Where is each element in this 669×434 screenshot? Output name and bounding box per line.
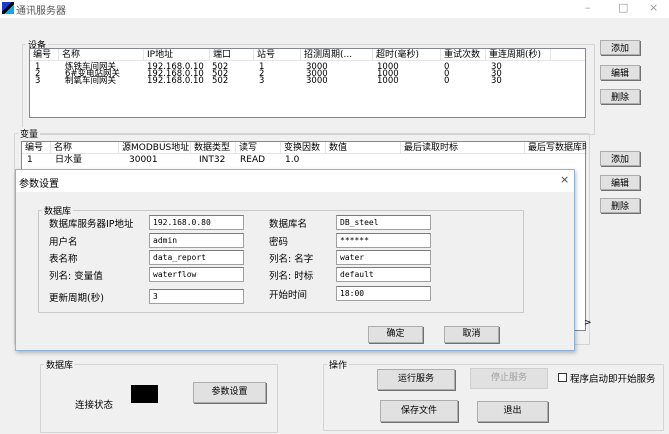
table-cell[interactable]: 0 — [444, 77, 449, 86]
db-ip-input[interactable]: 192.168.0.80 — [149, 215, 244, 230]
table-cell[interactable]: 制氧车间网关 — [65, 77, 116, 86]
column-header[interactable]: 数值 — [326, 142, 401, 154]
col-time-input[interactable]: default — [336, 267, 431, 282]
title-bar: 通讯服务器 – □ × — [0, 0, 669, 18]
variable-delete-button[interactable]: 删除 — [600, 198, 640, 213]
table-cell[interactable]: READ — [240, 155, 265, 165]
col-name-input[interactable]: water — [336, 250, 431, 265]
minimize-button[interactable]: – — [585, 1, 591, 14]
table-label: 表名称 — [49, 254, 78, 265]
table-cell[interactable]: INT32 — [199, 155, 225, 165]
table-cell[interactable]: 1.0 — [285, 155, 299, 165]
parameter-settings-button[interactable]: 参数设置 — [193, 382, 266, 403]
table-cell[interactable]: 30 — [491, 77, 502, 86]
variable-add-button[interactable]: 添加 — [600, 151, 640, 166]
devices-table[interactable]: 编号 名称 IP地址 端口 站号 招测周期(... 超时(毫秒) 重试次数 重连… — [29, 48, 586, 118]
column-header[interactable]: 编号 — [22, 142, 51, 154]
password-label: 密码 — [269, 237, 289, 248]
start-time-label: 开始时间 — [269, 290, 308, 301]
table-cell[interactable]: 日水量 — [55, 155, 82, 165]
maximize-button[interactable]: □ — [618, 1, 628, 14]
scroll-right-arrow[interactable]: > — [584, 318, 592, 328]
col-value-input[interactable]: waterflow — [149, 267, 244, 282]
devices-header: 编号 名称 IP地址 端口 站号 招测周期(... 超时(毫秒) 重试次数 重连… — [30, 49, 585, 61]
window-title: 通讯服务器 — [16, 6, 66, 17]
db-ip-label: 数据库服务器IP地址 — [49, 219, 134, 230]
device-edit-button[interactable]: 编辑 — [600, 65, 640, 80]
table-cell[interactable]: 1000 — [377, 77, 399, 86]
table-cell[interactable]: 3000 — [306, 77, 328, 86]
database-legend: 数据库 — [44, 358, 76, 371]
period-label: 更新周期(秒) — [49, 293, 104, 304]
variables-legend: 变量 — [18, 127, 41, 140]
autostart-label[interactable]: 程序启动即开始服务 — [570, 371, 656, 385]
dialog-title-bar: 参数设置 × — [16, 170, 574, 192]
period-input[interactable]: 3 — [149, 289, 244, 304]
db-name-label: 数据库名 — [269, 219, 308, 230]
col-time-label: 列名: 时标 — [269, 271, 314, 282]
column-header[interactable]: 源MODBUS地址 — [119, 142, 191, 154]
cancel-button[interactable]: 取消 — [444, 326, 499, 343]
stop-service-button[interactable]: 停止服务 — [470, 368, 548, 389]
device-add-button[interactable]: 添加 — [600, 40, 640, 55]
exit-button[interactable]: 退出 — [477, 401, 548, 422]
col-name-label: 列名: 名字 — [269, 254, 314, 265]
table-cell[interactable]: 502 — [212, 77, 228, 86]
column-header[interactable]: 重连周期(秒) — [486, 49, 551, 61]
column-header[interactable]: 端口 — [210, 49, 254, 61]
operations-legend: 操作 — [327, 358, 350, 371]
run-service-button[interactable]: 运行服务 — [377, 369, 455, 390]
parameter-settings-dialog: 参数设置 × 数据库 数据库服务器IP地址 192.168.0.80 用户名 admi… — [15, 169, 575, 351]
db-name-input[interactable]: DB_steel — [336, 215, 431, 230]
password-input[interactable]: ****** — [336, 233, 431, 248]
autostart-checkbox[interactable] — [558, 373, 567, 382]
close-button[interactable]: × — [649, 1, 658, 14]
user-input[interactable]: admin — [149, 233, 244, 248]
dialog-close-button[interactable]: × — [560, 173, 569, 186]
column-header[interactable]: 读写 — [236, 142, 281, 154]
app-icon — [2, 2, 14, 14]
table-cell[interactable]: 30001 — [129, 155, 158, 165]
table-cell[interactable]: 3 — [35, 77, 40, 86]
column-header[interactable]: 名称 — [51, 142, 119, 154]
column-header[interactable]: 招测周期(... — [301, 49, 373, 61]
column-header[interactable]: 最后读取时标 — [401, 142, 525, 154]
connection-status-indicator — [131, 385, 158, 403]
table-cell[interactable]: 3 — [259, 77, 264, 86]
column-header[interactable]: IP地址 — [144, 49, 210, 61]
column-header[interactable]: 最后写数据库时 — [525, 142, 587, 154]
connection-status-label: 连接状态 — [75, 400, 114, 411]
col-value-label: 列名: 变量值 — [49, 271, 103, 282]
column-header[interactable]: 名称 — [59, 49, 144, 61]
ok-button[interactable]: 确定 — [368, 326, 423, 343]
save-file-button[interactable]: 保存文件 — [380, 400, 458, 422]
variables-header: 编号 名称 源MODBUS地址 数据类型 读写 变换因数 数值 最后读取时标 最… — [22, 142, 587, 154]
start-time-input[interactable]: 18:00 — [336, 286, 431, 301]
table-cell[interactable]: 192.168.0.10 — [147, 77, 204, 86]
table-cell[interactable]: 1 — [27, 155, 33, 165]
column-header[interactable]: 变换因数 — [281, 142, 326, 154]
column-header[interactable]: 超时(毫秒) — [373, 49, 441, 61]
column-header[interactable]: 编号 — [30, 49, 59, 61]
variable-edit-button[interactable]: 编辑 — [600, 175, 640, 190]
table-input[interactable]: data_report — [149, 250, 244, 265]
column-header[interactable]: 数据类型 — [191, 142, 236, 154]
column-header[interactable]: 重试次数 — [441, 49, 486, 61]
user-label: 用户名 — [49, 237, 78, 248]
column-header[interactable]: 站号 — [254, 49, 301, 61]
dialog-title: 参数设置 — [19, 179, 59, 190]
device-delete-button[interactable]: 删除 — [600, 89, 640, 104]
